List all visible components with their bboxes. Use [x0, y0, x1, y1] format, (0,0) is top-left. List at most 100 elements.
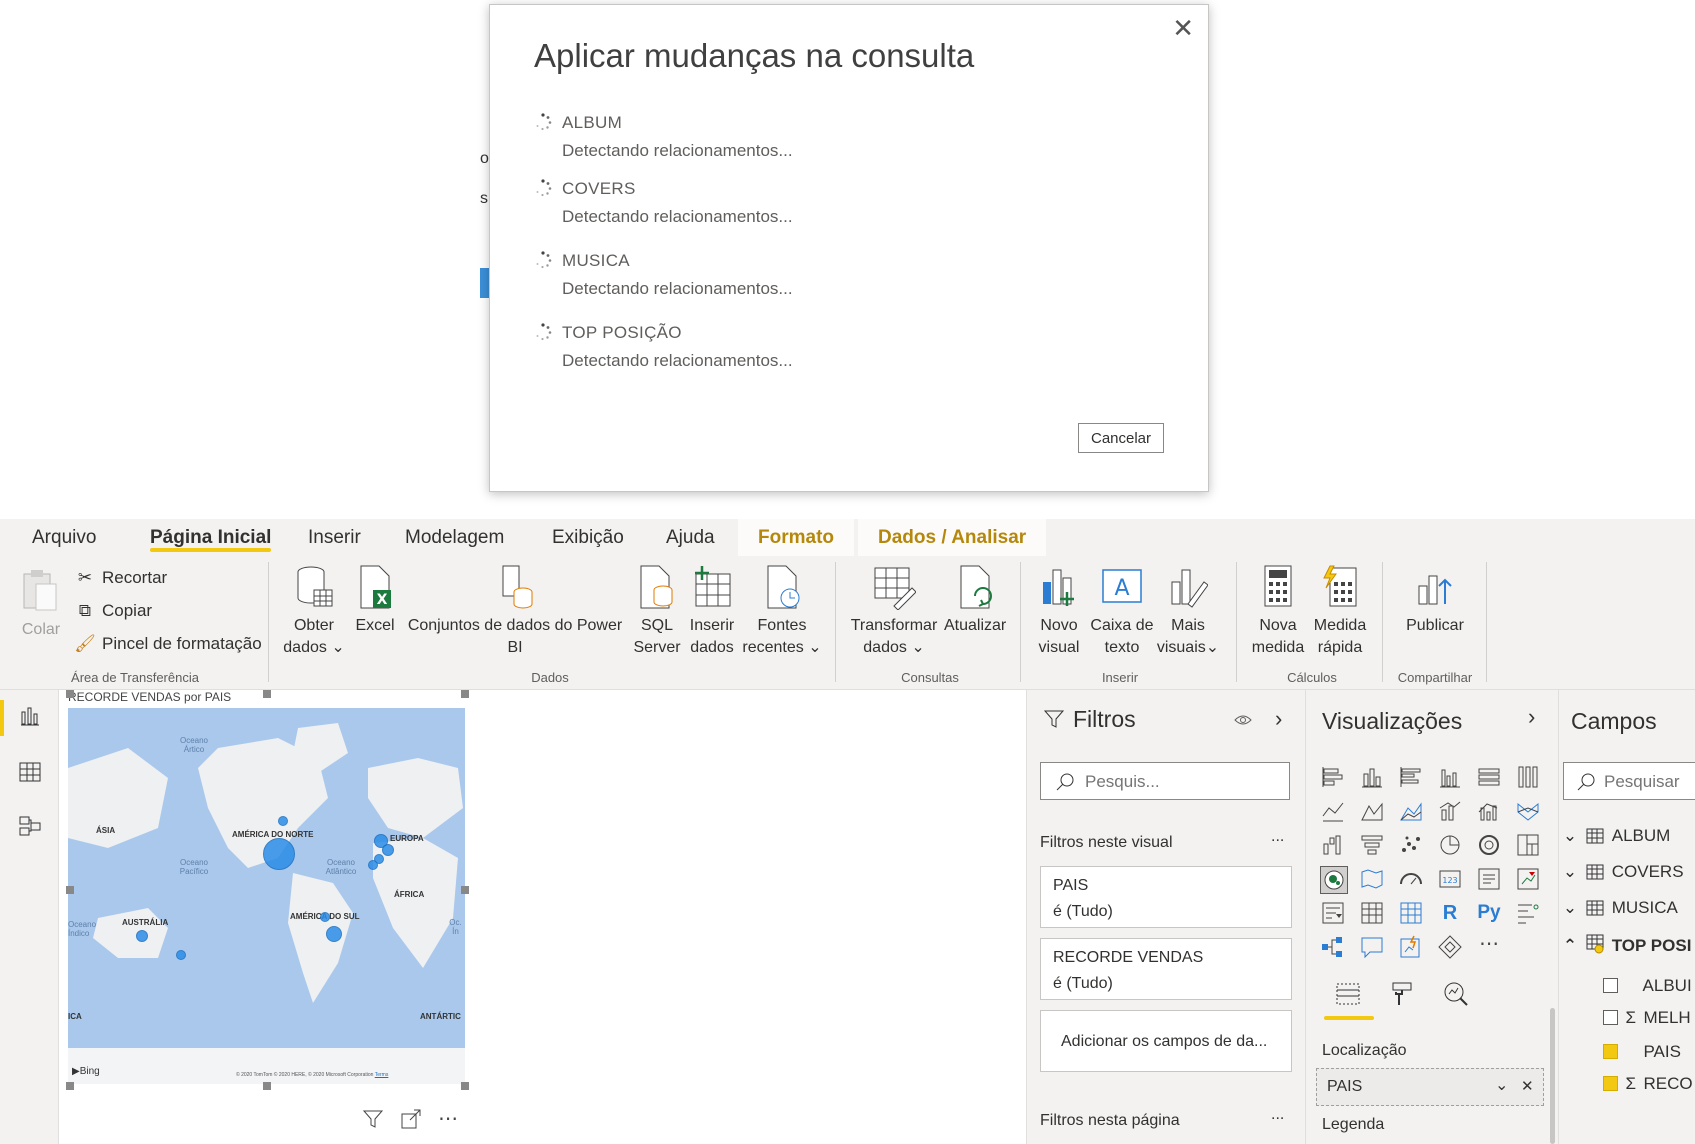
- map-canvas[interactable]: Oceano Ártico ÁSIA AMÉRICA DO NORTE EURO…: [68, 708, 465, 1084]
- enter-data-button[interactable]: Inserir dados: [686, 564, 738, 659]
- map-visual-icon[interactable]: [1320, 866, 1348, 894]
- stacked-area-chart-icon[interactable]: [1398, 798, 1424, 824]
- focus-mode-icon[interactable]: [400, 1108, 422, 1130]
- smart-narrative-icon[interactable]: [1398, 934, 1424, 960]
- map-visual[interactable]: RECORDE VENDAS por PAIS Oceano Ártico ÁS…: [66, 690, 469, 1098]
- filled-map-icon[interactable]: [1359, 866, 1385, 892]
- publish-button[interactable]: Publicar: [1394, 564, 1476, 637]
- python-visual-icon[interactable]: Py: [1476, 900, 1502, 926]
- multi-row-card-icon[interactable]: [1476, 866, 1502, 892]
- field-checkbox[interactable]: [1603, 1010, 1618, 1025]
- paste-button[interactable]: Colar: [18, 568, 64, 641]
- scatter-chart-icon[interactable]: [1398, 832, 1424, 858]
- more-visuals-ellipsis-icon[interactable]: ⋯: [1476, 934, 1502, 960]
- line-chart-icon[interactable]: [1320, 798, 1346, 824]
- more-options-icon[interactable]: ...: [1271, 1106, 1284, 1124]
- table-icon[interactable]: [1359, 900, 1385, 926]
- q-and-a-icon[interactable]: [1359, 934, 1385, 960]
- table-row-covers[interactable]: ⌄ COVERS: [1559, 862, 1684, 882]
- field-checkbox-checked[interactable]: [1603, 1044, 1618, 1059]
- location-well[interactable]: PAIS ⌄ ✕: [1316, 1068, 1544, 1106]
- format-painter-button[interactable]: 🖌 Pincel de formatação: [74, 634, 262, 654]
- waterfall-chart-icon[interactable]: [1320, 832, 1346, 858]
- transform-data-button[interactable]: Transformar dados ⌄: [846, 564, 942, 659]
- format-paint-roller-icon[interactable]: [1388, 980, 1416, 1008]
- donut-chart-icon[interactable]: [1476, 832, 1502, 858]
- line-and-stacked-column-chart-icon[interactable]: [1437, 798, 1463, 824]
- more-options-icon[interactable]: ...: [1271, 828, 1284, 846]
- map-bubble[interactable]: [368, 860, 378, 870]
- matrix-icon[interactable]: [1398, 900, 1424, 926]
- key-influencers-icon[interactable]: [1515, 900, 1541, 926]
- tab-pagina-inicial[interactable]: Página Inicial: [150, 519, 272, 556]
- fields-search[interactable]: [1563, 762, 1695, 800]
- kpi-icon[interactable]: [1515, 866, 1541, 892]
- resize-handle[interactable]: [66, 690, 74, 698]
- ribbon-chart-icon[interactable]: [1515, 798, 1541, 824]
- map-bubble[interactable]: [320, 912, 330, 922]
- resize-handle[interactable]: [263, 1082, 271, 1090]
- field-checkbox-checked[interactable]: [1603, 1076, 1618, 1091]
- chevron-down-icon[interactable]: ⌄: [1495, 1075, 1508, 1095]
- field-row[interactable]: ALBUI: [1603, 976, 1692, 996]
- remove-field-icon[interactable]: ✕: [1521, 1077, 1534, 1095]
- clustered-bar-chart-icon[interactable]: [1398, 764, 1424, 790]
- copy-button[interactable]: ⧉ Copiar: [74, 601, 152, 621]
- map-bubble[interactable]: [136, 930, 148, 942]
- analytics-magnifier-icon[interactable]: [1442, 980, 1470, 1008]
- refresh-button[interactable]: Atualizar: [944, 564, 1006, 637]
- 100-stacked-bar-chart-icon[interactable]: [1476, 764, 1502, 790]
- recent-sources-button[interactable]: Fontes recentes ⌄: [740, 564, 824, 659]
- field-row[interactable]: Σ MELH: [1603, 1008, 1691, 1028]
- resize-handle[interactable]: [461, 690, 469, 698]
- map-bubble[interactable]: [278, 816, 288, 826]
- fields-search-input[interactable]: [1602, 771, 1695, 793]
- tab-inserir[interactable]: Inserir: [308, 519, 361, 556]
- tab-formato[interactable]: Formato: [738, 519, 854, 556]
- chevron-right-icon[interactable]: ›: [1528, 704, 1535, 730]
- cut-button[interactable]: ✂ Recortar: [74, 568, 167, 588]
- close-icon[interactable]: ✕: [1172, 13, 1194, 43]
- report-view-icon[interactable]: [18, 704, 42, 728]
- map-bubble[interactable]: [176, 950, 186, 960]
- filters-search-input[interactable]: [1083, 771, 1267, 793]
- scrollbar-thumb[interactable]: [1550, 1008, 1555, 1144]
- tab-dados-analisar[interactable]: Dados / Analisar: [858, 519, 1047, 556]
- chevron-right-icon[interactable]: ›: [1275, 706, 1282, 732]
- resize-handle[interactable]: [461, 1082, 469, 1090]
- more-visuals-button[interactable]: Mais visuais⌄: [1156, 564, 1220, 659]
- decomposition-tree-icon[interactable]: [1320, 934, 1346, 960]
- new-measure-button[interactable]: Nova medida: [1248, 564, 1308, 659]
- add-fields-dropzone[interactable]: Adicionar os campos de da...: [1040, 1010, 1292, 1072]
- tab-exibicao[interactable]: Exibição: [552, 519, 624, 556]
- more-options-icon[interactable]: ⋯: [438, 1106, 458, 1131]
- field-checkbox[interactable]: [1603, 978, 1618, 993]
- tab-modelagem[interactable]: Modelagem: [405, 519, 504, 556]
- map-bubble[interactable]: [382, 844, 394, 856]
- table-row-top-posicao[interactable]: ⌃ TOP POSI: [1559, 934, 1691, 956]
- eye-icon[interactable]: [1233, 712, 1253, 728]
- stacked-column-chart-icon[interactable]: [1359, 764, 1385, 790]
- fields-tab-icon[interactable]: [1334, 980, 1362, 1008]
- area-chart-icon[interactable]: [1359, 798, 1385, 824]
- tab-arquivo[interactable]: Arquivo: [32, 519, 96, 556]
- filter-icon[interactable]: [362, 1108, 384, 1130]
- 100-stacked-column-chart-icon[interactable]: [1515, 764, 1541, 790]
- field-row[interactable]: PAIS: [1603, 1042, 1681, 1062]
- map-bubble[interactable]: [326, 926, 342, 942]
- filter-card-recorde-vendas[interactable]: RECORDE VENDAS é (Tudo): [1040, 938, 1292, 1000]
- get-data-button[interactable]: Obter dados ⌄: [278, 564, 350, 659]
- stacked-bar-chart-icon[interactable]: [1320, 764, 1346, 790]
- line-and-clustered-column-chart-icon[interactable]: [1476, 798, 1502, 824]
- new-visual-button[interactable]: Novo visual: [1030, 564, 1088, 659]
- tab-ajuda[interactable]: Ajuda: [666, 519, 715, 556]
- excel-button[interactable]: X Excel: [352, 564, 398, 637]
- clustered-column-chart-icon[interactable]: [1437, 764, 1463, 790]
- quick-measure-button[interactable]: Medida rápida: [1308, 564, 1372, 659]
- treemap-icon[interactable]: [1515, 832, 1541, 858]
- resize-handle[interactable]: [263, 690, 271, 698]
- map-terms-link[interactable]: Terms: [375, 1072, 389, 1078]
- slicer-icon[interactable]: [1320, 900, 1346, 926]
- field-row[interactable]: Σ RECO: [1603, 1074, 1693, 1094]
- model-view-icon[interactable]: [18, 814, 42, 838]
